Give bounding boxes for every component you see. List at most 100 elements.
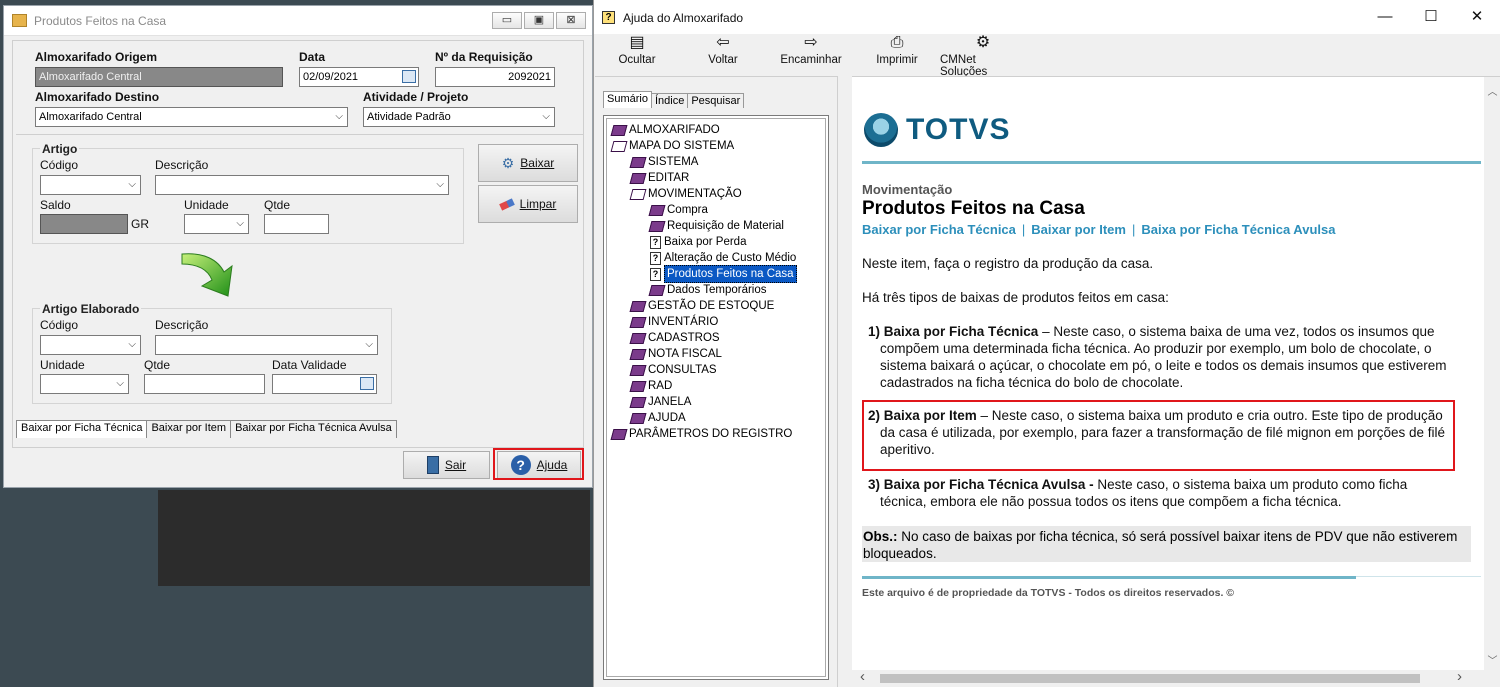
tree-item[interactable]: CADASTROS [629,330,720,346]
atividade-select[interactable]: Atividade Padrão ⌵ [363,107,555,127]
tree-item-label: INVENTÁRIO [648,316,719,328]
tree-item[interactable]: SISTEMA [629,154,698,170]
limpar-button[interactable]: Limpar [478,185,578,223]
tree-item[interactable]: Dados Temporários [648,282,767,298]
data-value: 02/09/2021 [303,71,359,83]
sair-button[interactable]: Sair [403,451,490,479]
tree-item[interactable]: ? Alteração de Custo Médio [650,250,796,266]
artigo-descricao-select[interactable]: ⌵ [155,175,449,195]
link-separator: | [1021,222,1026,237]
ocultar-button[interactable]: ▤ Ocultar [614,34,660,66]
tree-item[interactable]: CONSULTAS [629,362,717,378]
requisicao-field[interactable]: 2092021 [435,67,555,87]
tree-item[interactable]: Compra [648,202,708,218]
scroll-left-icon[interactable]: ‹ [860,668,865,685]
tree-item[interactable]: MAPA DO SISTEMA [610,138,734,154]
baixar-button[interactable]: ⚙ Baixar [478,144,578,182]
item-1-title: 1) Baixa por Ficha Técnica [868,324,1039,339]
chevron-down-icon: ⌵ [335,111,343,122]
tree-item[interactable]: ALMOXARIFADO [610,122,720,138]
calendar-icon[interactable] [402,70,416,83]
tab-pesquisar[interactable]: Pesquisar [687,93,745,108]
elaborado-codigo-select[interactable]: ⌵ [40,335,141,355]
help-content: TOTVS Movimentação Produtos Feitos na Ca… [852,76,1500,687]
horizontal-scrollbar[interactable]: ‹ › [852,668,1500,687]
back-arrow-icon: ⇦ [716,34,730,51]
types-intro-text: Há três tipos de baixas de produtos feit… [862,290,1169,305]
close-button[interactable]: ✕ [1454,0,1500,34]
scroll-down-icon[interactable]: ﹀ [1484,652,1500,667]
elaborado-title: Artigo Elaborado [40,302,142,316]
cmnet-label: CMNet Soluções [940,54,988,78]
obs-box: Obs.: No caso de baixas por ficha técnic… [862,526,1471,562]
tree-item[interactable]: GESTÃO DE ESTOQUE [629,298,774,314]
minimize-button[interactable]: — [1362,0,1408,34]
window-title: Produtos Feitos na Casa [34,14,167,28]
tab-ficha-tecnica[interactable]: Baixar por Ficha Técnica [16,420,148,438]
book-icon [629,156,647,168]
maximize-button[interactable]: ☐ [1408,0,1454,34]
data-field[interactable]: 02/09/2021 [299,67,419,87]
validade-field[interactable] [272,374,377,394]
book-icon [629,172,647,184]
tree-item[interactable]: MOVIMENTAÇÃO [629,186,742,202]
tab-ficha-avulsa[interactable]: Baixar por Ficha Técnica Avulsa [230,420,397,438]
calendar-icon[interactable] [360,377,374,390]
tree-item[interactable]: INVENTÁRIO [629,314,719,330]
tree-item[interactable]: JANELA [629,394,691,410]
link-por-item[interactable]: Baixar por Item [1031,222,1126,237]
tree-item-label: Dados Temporários [667,284,767,296]
imprimir-button[interactable]: ⎙ Imprimir [874,34,920,66]
elaborado-descricao-label: Descrição [155,318,209,332]
tab-indice[interactable]: Índice [650,93,689,108]
section-label: Movimentação [862,182,953,197]
scroll-right-icon[interactable]: › [1457,668,1462,685]
footer-text: Este arquivo é de propriedade da TOTVS -… [862,587,1235,599]
elaborado-descricao-select[interactable]: ⌵ [155,335,378,355]
scroll-up-icon[interactable]: ︿ [1484,83,1500,98]
minimize-button[interactable]: ▭ [492,12,522,29]
validade-label: Data Validade [272,358,347,372]
destino-label: Almoxarifado Destino [35,90,160,104]
restore-button[interactable]: ▣ [524,12,554,29]
tab-sumario[interactable]: Sumário [603,91,652,108]
item-3: 3) Baixa por Ficha Técnica Avulsa - Nest… [868,476,1450,510]
contents-tree: ALMOXARIFADO MAPA DO SISTEMA SISTEMA EDITAR… [603,115,829,680]
book-icon [629,316,647,328]
limpar-label: Limpar [519,197,557,211]
tab-por-item[interactable]: Baixar por Item [146,420,232,438]
artigo-unidade-select[interactable]: ⌵ [184,214,249,234]
tree-item[interactable]: AJUDA [629,410,686,426]
tree-item[interactable]: EDITAR [629,170,689,186]
tree-item[interactable]: Requisição de Material [648,218,784,234]
nav-tabs: Sumário Índice Pesquisar [603,91,745,108]
tree-item[interactable]: ? Produtos Feitos na Casa [650,265,797,283]
document-gear-icon: ⚙ [975,34,991,51]
voltar-button[interactable]: ⇦ Voltar [700,34,746,66]
close-button[interactable]: ⊠ [556,12,586,29]
tree-item[interactable]: ? Baixa por Perda [650,234,746,250]
elaborado-unidade-select[interactable]: ⌵ [40,374,129,394]
vertical-scrollbar[interactable]: ︿ ﹀ [1484,77,1500,671]
destino-select[interactable]: Almoxarifado Central ⌵ [35,107,348,127]
chevron-down-icon: ⌵ [116,378,124,389]
artigo-qtde-field[interactable] [264,214,329,234]
cmnet-button[interactable]: ⚙ CMNet Soluções [940,34,1026,78]
book-icon [629,364,647,376]
chevron-down-icon: ⌵ [436,179,444,190]
tree-item-label: AJUDA [648,412,686,424]
encaminhar-button[interactable]: ⇨ Encaminhar [778,34,844,66]
scroll-thumb[interactable] [880,674,1420,683]
help-page-icon: ? [650,235,661,249]
title-bar[interactable]: Produtos Feitos na Casa ▭ ▣ ⊠ [4,6,592,36]
link-ficha-tecnica[interactable]: Baixar por Ficha Técnica [862,222,1016,237]
help-title-bar[interactable]: ? Ajuda do Almoxarifado — ☐ ✕ [594,0,1500,34]
tree-item[interactable]: NOTA FISCAL [629,346,722,362]
link-ficha-avulsa[interactable]: Baixa por Ficha Técnica Avulsa [1141,222,1335,237]
elaborado-qtde-field[interactable] [144,374,265,394]
tree-item[interactable]: RAD [629,378,672,394]
book-icon [629,348,647,360]
artigo-codigo-select[interactable]: ⌵ [40,175,141,195]
tree-item[interactable]: PARÂMETROS DO REGISTRO [610,426,792,442]
origem-field: Almoxarifado Central [35,67,283,87]
